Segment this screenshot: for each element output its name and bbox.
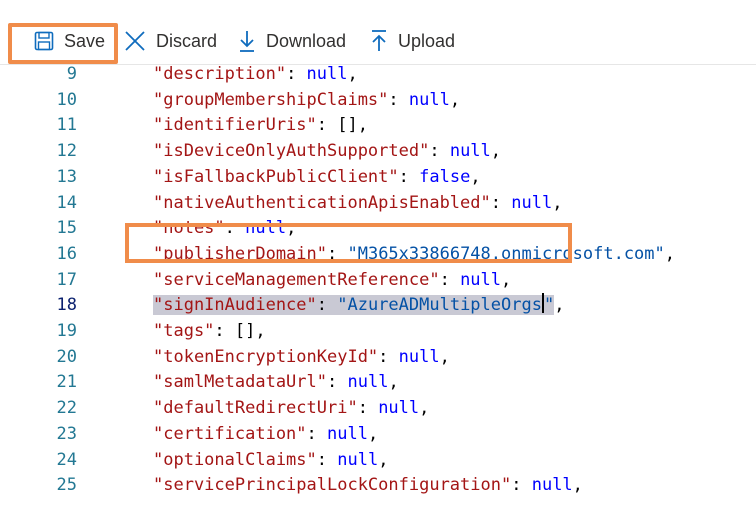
code-text: "identifierUris": [],	[153, 115, 368, 136]
json-key: "isFallbackPublicClient"	[153, 166, 399, 187]
code-text: "defaultRedirectUri": null,	[153, 398, 430, 419]
json-key: "description"	[153, 64, 287, 84]
editor-line[interactable]: 12 "isDeviceOnlyAuthSupported": null,	[0, 138, 756, 164]
json-value: []	[234, 321, 256, 341]
json-key: "samlMetadataUrl"	[153, 372, 327, 393]
line-number: 16	[56, 243, 77, 264]
json-value: null	[449, 141, 491, 162]
code-text: "servicePrincipalLockConfiguration": nul…	[153, 475, 583, 496]
upload-label: Upload	[398, 30, 456, 51]
json-key: "nativeAuthenticationApisEnabled"	[153, 192, 491, 213]
json-value: null	[378, 398, 420, 419]
code-text: "signInAudience": "AzureADMultipleOrgs ",	[153, 293, 565, 316]
editor-line[interactable]: 14 "nativeAuthenticationApisEnabled": nul…	[0, 190, 756, 216]
line-number: 25	[56, 475, 77, 496]
line-number: 13	[56, 166, 77, 187]
close-icon	[124, 30, 146, 52]
code-text: "isFallbackPublicClient": false,	[153, 166, 481, 187]
json-key: "groupMembershipClaims"	[153, 89, 389, 110]
line-number: 18	[56, 295, 77, 316]
json-key: "serviceManagementReference"	[153, 269, 440, 290]
line-number: 12	[56, 141, 77, 162]
json-editor[interactable]: 9 "description": null, 10 "groupMembershipC…	[0, 64, 756, 505]
line-number: 23	[56, 423, 77, 444]
code-text: "certification": null,	[153, 423, 379, 444]
json-value: null	[408, 89, 450, 110]
line-number: 22	[56, 398, 77, 419]
json-key: "servicePrincipalLockConfiguration"	[153, 475, 512, 496]
json-value: null	[337, 449, 379, 470]
json-value: null	[347, 372, 389, 393]
json-key: "defaultRedirectUri"	[153, 398, 358, 419]
json-value: false	[419, 166, 471, 187]
json-value: []	[337, 115, 358, 136]
line-number: 15	[56, 218, 77, 239]
line-number: 19	[56, 321, 77, 341]
line-number: 17	[56, 269, 77, 290]
line-number: 21	[56, 372, 77, 393]
json-key: "tags"	[153, 321, 215, 341]
editor-line[interactable]: 11 "identifierUris": [],	[0, 112, 756, 138]
save-button[interactable]: Save	[34, 24, 105, 58]
download-button[interactable]: Download	[238, 24, 346, 58]
editor-line[interactable]: 20 "tokenEncryptionKeyId": null,	[0, 344, 756, 370]
editor-line[interactable]: 22 "defaultRedirectUri": null,	[0, 395, 756, 421]
command-toolbar: Save Discard Download Upload	[0, 0, 756, 65]
json-key: "signInAudience"	[153, 295, 317, 316]
line-number: 14	[56, 192, 77, 213]
json-value: null	[460, 269, 502, 290]
editor-line[interactable]: 9 "description": null,	[0, 64, 756, 87]
json-key: "notes"	[153, 218, 225, 239]
editor-line[interactable]: 21 "samlMetadataUrl": null,	[0, 369, 756, 395]
upload-icon	[370, 30, 388, 52]
json-value: null	[245, 218, 287, 239]
code-text: "nativeAuthenticationApisEnabled": null,	[153, 192, 563, 213]
discard-button[interactable]: Discard	[124, 24, 217, 58]
json-value: "M365x33866748.onmicrosoft.com"	[347, 243, 665, 264]
editor-line[interactable]: 18 "signInAudience": "AzureADMultipleOrgs…	[0, 292, 756, 318]
editor-line[interactable]: 19 "tags": [],	[0, 318, 756, 344]
json-key: "tokenEncryptionKeyId"	[153, 346, 379, 367]
line-number: 11	[56, 115, 77, 136]
json-value: null	[511, 192, 553, 213]
line-number: 10	[56, 89, 77, 110]
code-text: "notes": null,	[153, 218, 297, 239]
json-key: "publisherDomain"	[153, 243, 327, 264]
code-text: "optionalClaims": null,	[153, 449, 389, 470]
json-value: null	[531, 475, 573, 496]
upload-button[interactable]: Upload	[370, 24, 455, 58]
editor-line[interactable]: 17 "serviceManagementReference": null,	[0, 267, 756, 293]
editor-line[interactable]: 23 "certification": null,	[0, 421, 756, 447]
json-key: "certification"	[153, 423, 307, 444]
discard-label: Discard	[156, 30, 218, 51]
code-text: "groupMembershipClaims": null,	[153, 89, 461, 110]
editor-line[interactable]: 15 "notes": null,	[0, 215, 756, 241]
json-value: null	[398, 346, 440, 367]
editor-line[interactable]: 24 "optionalClaims": null,	[0, 447, 756, 473]
json-value: null	[327, 423, 368, 444]
save-icon	[34, 31, 54, 51]
code-text: "description": null,	[153, 64, 358, 84]
code-text: "tags": [],	[153, 321, 266, 341]
json-value: "AzureADMultipleOrgs	[337, 295, 542, 316]
editor-line[interactable]: 25 "servicePrincipalLockConfiguration": n…	[0, 472, 756, 498]
code-text: "publisherDomain": "M365x33866748.onmicr…	[153, 243, 676, 264]
editor-line[interactable]: 16 "publisherDomain": "M365x33866748.onmi…	[0, 241, 756, 267]
line-number: 24	[56, 449, 77, 470]
json-key: "identifierUris"	[153, 115, 317, 136]
editor-line[interactable]: 13 "isFallbackPublicClient": false,	[0, 164, 756, 190]
line-number: 20	[56, 346, 77, 367]
code-text: "serviceManagementReference": null,	[153, 269, 512, 290]
save-label: Save	[64, 30, 106, 51]
code-text: "tokenEncryptionKeyId": null,	[153, 346, 450, 367]
editor-line[interactable]: 10 "groupMembershipClaims": null,	[0, 87, 756, 113]
line-number: 9	[66, 64, 77, 84]
json-value: null	[306, 64, 348, 84]
json-key: "isDeviceOnlyAuthSupported"	[153, 141, 430, 162]
json-key: "optionalClaims"	[153, 449, 317, 470]
code-text: "samlMetadataUrl": null,	[153, 372, 399, 393]
download-icon	[238, 30, 256, 52]
download-label: Download	[266, 30, 347, 51]
code-text: "isDeviceOnlyAuthSupported": null,	[153, 141, 502, 162]
